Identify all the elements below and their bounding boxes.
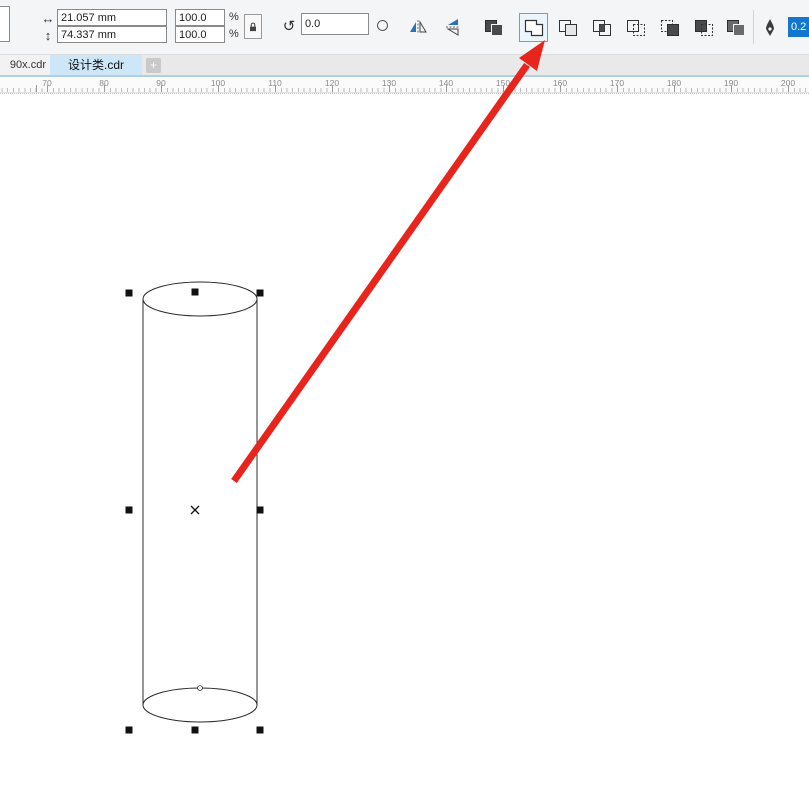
ellipse-indicator-icon: [377, 20, 388, 31]
rotation-icon-button[interactable]: ↺: [279, 17, 299, 37]
scale-y-percent-label: %: [229, 28, 239, 40]
lock-icon: [250, 22, 256, 31]
coreldraw-window: ↔ ↕ % % ↺: [0, 0, 809, 803]
front-minus-back-icon: [660, 19, 679, 36]
scale-y-input[interactable]: [175, 26, 225, 43]
document-tab-design-active[interactable]: 设计类.cdr: [50, 55, 142, 75]
weld-icon: [524, 19, 543, 36]
scale-x-input[interactable]: [175, 9, 225, 26]
rotation-angle-input[interactable]: [301, 13, 369, 35]
mirror-vertical-button[interactable]: [441, 15, 465, 39]
pen-nib-icon: [766, 18, 774, 36]
toolbar-separator: [753, 10, 754, 44]
mirror-vertical-icon: [446, 19, 460, 36]
selection-handle[interactable]: [256, 726, 264, 734]
ruler-major-ticks: [0, 85, 809, 92]
intersect-button[interactable]: [588, 14, 615, 41]
canvas-graphics: [125, 281, 264, 734]
trim-button[interactable]: [554, 14, 581, 41]
combine-icon: [484, 19, 503, 36]
document-tab-90x[interactable]: 90x.cdr: [0, 55, 50, 75]
lock-ratio-button[interactable]: [244, 14, 262, 39]
object-center-marker[interactable]: [190, 505, 200, 515]
front-minus-back-button[interactable]: [656, 14, 683, 41]
selection-handle[interactable]: [125, 289, 133, 297]
selection-handle[interactable]: [256, 289, 264, 297]
create-boundary-button[interactable]: [722, 14, 749, 41]
outline-width-value[interactable]: 0.2: [788, 17, 809, 37]
selection-handle[interactable]: [125, 726, 133, 734]
selection-handle[interactable]: [256, 506, 264, 514]
scale-x-percent-label: %: [229, 11, 239, 23]
mirror-horizontal-button[interactable]: [406, 15, 430, 39]
object-height-icon: ↕: [44, 28, 52, 43]
mirror-horizontal-icon: [410, 20, 427, 34]
combine-button[interactable]: [480, 14, 507, 41]
back-minus-front-button[interactable]: [690, 14, 717, 41]
create-boundary-icon: [726, 19, 745, 36]
object-height-input[interactable]: [57, 26, 167, 43]
position-field-partial[interactable]: [0, 6, 10, 42]
document-tab-bar: 90x.cdr 设计类.cdr +: [0, 55, 809, 77]
cylinder-shape[interactable]: [142, 281, 258, 723]
drawing-canvas[interactable]: [0, 93, 809, 803]
selection-handle[interactable]: [191, 726, 199, 734]
selection-handle[interactable]: [125, 506, 133, 514]
object-width-input[interactable]: [57, 9, 167, 26]
simplify-button[interactable]: [622, 14, 649, 41]
weld-button[interactable]: [519, 13, 548, 42]
intersect-icon: [592, 19, 611, 36]
rotate-icon: ↺: [282, 18, 296, 35]
trim-icon: [558, 19, 577, 36]
outline-pen-button[interactable]: [758, 14, 782, 41]
property-bar: ↔ ↕ % % ↺: [0, 0, 809, 55]
simplify-icon: [626, 19, 645, 36]
back-minus-front-icon: [694, 19, 713, 36]
horizontal-ruler[interactable]: 70 80 90 100 110 120 130 140 150 160 170 180 190 200: [0, 77, 809, 93]
selection-handle[interactable]: [191, 288, 199, 296]
new-document-tab-button[interactable]: +: [146, 58, 161, 73]
object-width-icon: ↔: [41, 11, 55, 26]
